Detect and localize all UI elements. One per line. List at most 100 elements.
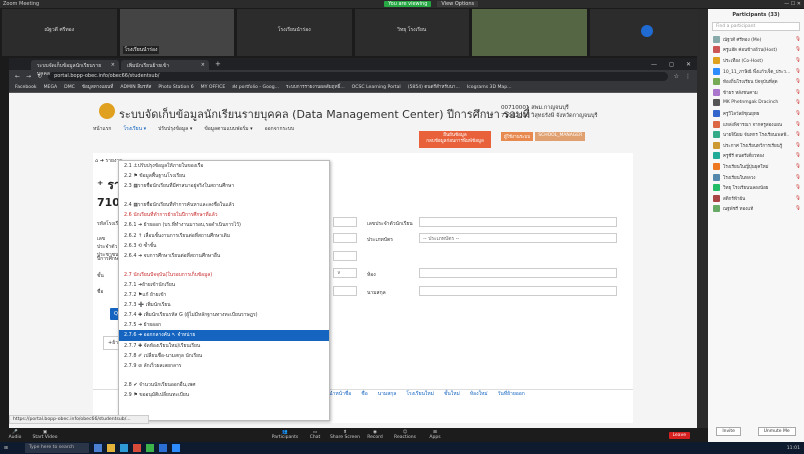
menu-item[interactable]: 2.7.2 ⚑แก้ ย้ายเข้า	[119, 290, 329, 300]
bookmark[interactable]: Facebook	[15, 85, 37, 90]
window-controls[interactable]: — ☐ ✕	[784, 1, 801, 7]
bookmark[interactable]: ส่ง portfolio - Goog...	[232, 84, 279, 91]
column-header[interactable]: นามสกุล	[378, 390, 397, 399]
bookmark[interactable]: ระบบการรายงานผลสัมฤทธิ์...	[286, 84, 345, 91]
menu-item[interactable]: 2.7.5 ➜ ย้ายออก	[119, 320, 329, 330]
close-icon[interactable]: ×	[201, 62, 205, 68]
video-button[interactable]: ▣ Start Video	[30, 430, 60, 440]
browser-tab[interactable]: ระบบจัดเก็บข้อมูลนักเรียนรายบุคคล ×	[31, 60, 119, 77]
nav-home[interactable]: หน้าแรก	[93, 125, 111, 133]
chat-button[interactable]: ▭ Chat	[300, 430, 330, 440]
confirm-data-button[interactable]: ยืนยันข้อมูล กลบข้อมูลก่อนการพิมพ์ข้อมูล	[419, 131, 491, 148]
app-icon[interactable]	[158, 444, 167, 452]
column-header[interactable]: ชั้นใหม่	[444, 390, 460, 399]
participant-search-input[interactable]: Find a participant	[712, 22, 800, 31]
text-input[interactable]	[333, 251, 357, 261]
video-thumbnail[interactable]	[472, 9, 587, 56]
reactions-button[interactable]: ☺ Reactions	[390, 430, 420, 440]
edge-icon[interactable]	[119, 444, 128, 452]
leave-button[interactable]: Leave	[668, 431, 690, 439]
bookmark[interactable]: Icograms 3D Map...	[467, 85, 512, 90]
bookmark[interactable]: OCSC Learning Portal	[352, 85, 401, 90]
video-thumbnail[interactable]: โรงเรียนนำร่อง	[237, 9, 352, 56]
menu-item[interactable]: 2.1 ⚓ปรับปรุงข้อมูลให้ภายในของเรือ	[119, 161, 329, 171]
participant-row[interactable]: ประเทือง (Co-Host) 🎙	[708, 55, 804, 66]
participant-row[interactable]: 10_11_ภาษิณี พึ่งแก้วเจ็ด_ประว... 🎙	[708, 66, 804, 77]
column-header[interactable]: ชื่อ	[361, 390, 367, 399]
participant-row[interactable]: ครูวิไลวัลย์ชุณยุทธ 🎙	[708, 108, 804, 119]
participant-row[interactable]: ท้องถิ่นโรงเรียน ปัจจุบันที่สุด 🎙	[708, 76, 804, 87]
taskview-icon[interactable]	[93, 444, 102, 452]
chrome-icon[interactable]	[132, 444, 141, 452]
nav-school[interactable]: โรงเรียน ▾	[123, 125, 146, 133]
windows-start-icon[interactable]: ⊞	[4, 446, 8, 451]
nav-logout[interactable]: ออกจากระบบ	[265, 125, 295, 133]
bookmark[interactable]: (5854) ดนตรีสำหรับนา...	[408, 84, 460, 91]
menu-item[interactable]: 2.6.2 ↑ เลื่อนชั้นงานการเรียนต่อที่สถานศ…	[119, 231, 329, 241]
window-controls[interactable]: — ◻ ✕	[651, 61, 697, 68]
bookmark[interactable]: ข้อมูลทางแผนที่	[82, 84, 113, 91]
menu-item[interactable]: 2.7.6 ➜ ออกกลางคัน ↖ จำหน่าย	[119, 330, 329, 341]
surname-input[interactable]	[419, 286, 617, 296]
participant-row[interactable]: ข้าธร หลังชนคาม 🎙	[708, 87, 804, 98]
menu-item[interactable]: 2.7.9 ⊘ ลักเร็วผลเลยกลาร	[119, 361, 329, 371]
back-icon[interactable]: ←	[15, 73, 20, 80]
menu-icon[interactable]: ⋮	[685, 73, 691, 80]
explorer-icon[interactable]	[106, 444, 115, 452]
participant-row[interactable]: โรงเรียนในญี่ปุ่นยุคใหม่ 🎙	[708, 161, 804, 172]
new-tab-icon[interactable]: +	[215, 60, 221, 68]
menu-item[interactable]: 2.2 ⚑ ข้อมูลพื้นฐานโรงเรียน	[119, 171, 329, 181]
participants-button[interactable]: 👥 Participants	[270, 430, 300, 440]
participant-row[interactable]: ครูชีรี ดนตรีเดี่ยวทอง 🎙	[708, 151, 804, 162]
menu-item[interactable]: 2.3 ▦รายชื่อนักเรียนที่มีศาสนาอยู่จริงใน…	[119, 181, 329, 191]
card-type-select[interactable]: -- ประเภทบัตร --	[419, 233, 617, 243]
column-header[interactable]: วันที่ย้ายออก	[498, 390, 525, 399]
participant-row[interactable]: ณฐพัชรี ทองแท้ 🎙	[708, 204, 804, 215]
taskbar-search[interactable]: Type here to search	[24, 443, 89, 453]
clock[interactable]: 11:01	[787, 446, 804, 451]
nav-update[interactable]: ปรับปรุงข้อมูล ▾	[158, 125, 192, 133]
video-thumbnail[interactable]: ณัฐวดี ศรีทอง	[2, 9, 117, 56]
menu-item[interactable]: 2.7.7 ✚ จัดห้องเรียนใหม่/เรียนเรียน	[119, 341, 329, 351]
zoom-icon[interactable]	[171, 444, 180, 452]
app-icon[interactable]	[145, 444, 154, 452]
close-icon[interactable]: ×	[111, 62, 115, 68]
star-icon[interactable]: ☆	[674, 73, 679, 80]
text-input[interactable]	[333, 217, 357, 227]
bookmark[interactable]: ADMIN ลืมรหัส	[120, 84, 151, 91]
participant-row[interactable]: นายจินิยม จันทกร โรงเรียนเพลฟ้.. 🎙	[708, 129, 804, 140]
video-thumbnail[interactable]: วิทยุ โรงเรียน	[354, 9, 469, 56]
audio-button[interactable]: 🎤 Audio	[0, 430, 30, 440]
bookmark[interactable]: Photo Station 6	[158, 85, 193, 90]
menu-item[interactable]: 2.9 ⚑ ขออนุมัติเปลี่ยนทะเบียน	[119, 390, 329, 400]
class-select[interactable]: ∨	[333, 268, 357, 278]
unmute-me-button[interactable]: Unmute Me	[757, 427, 796, 436]
menu-item[interactable]: 2.7.4 ✚ เพิ่มนักเรียนรหัส G (ผู้ไม่มีหลั…	[119, 310, 329, 320]
menu-item[interactable]: 2.6.4 ➜ จบการศึกษาเรียนต่อที่สถานศึกษาอื…	[119, 251, 329, 261]
video-thumbnail[interactable]: โรงเรียนนำร่อง	[119, 9, 234, 56]
forward-icon[interactable]: →	[26, 73, 31, 80]
bookmark[interactable]: MEGA	[44, 85, 58, 90]
participant-row[interactable]: สติกร์ฟ้าฝัน 🎙	[708, 193, 804, 204]
view-options-button[interactable]: View Options	[437, 1, 479, 7]
menu-item[interactable]: 2.7.8 ✐ เปลี่ยนชื่อ-นามสกุล นักเรียน	[119, 351, 329, 361]
invite-button[interactable]: Invite	[716, 427, 741, 436]
participant-row[interactable]: ณัฐวดี ศรีทอง (Me) 🎙	[708, 34, 804, 45]
menu-item[interactable]: 2.4 ▦รายชื่อนักเรียนที่ทำการค้นหาและลงชื…	[119, 200, 329, 210]
room-input[interactable]	[419, 268, 617, 278]
share-screen-button[interactable]: ⬆ Share Screen	[330, 430, 360, 440]
name-input[interactable]	[333, 286, 357, 296]
text-input[interactable]	[333, 233, 357, 243]
menu-item[interactable]: 2.8 ✔ จำนวนนักเรียนออกอื่น,เพศ	[119, 380, 329, 390]
column-header[interactable]: ห้องใหม่	[470, 390, 488, 399]
column-header[interactable]: โรงเรียนใหม่	[406, 390, 434, 399]
participant-row[interactable]: วิทยุ โรงเรียนนลองน้อย 🎙	[708, 182, 804, 193]
menu-item[interactable]: 2.6.1 ➜ ย้ายออก (บร.ที่ทำงานมารอบ,รอดำเน…	[119, 220, 329, 230]
participant-row[interactable]: ครูแอ๊ด ค่อนข้างอ้วน(Host) 🎙	[708, 45, 804, 56]
menu-item[interactable]: 2.6.3 ⟲ ซ้ำชั้น	[119, 241, 329, 251]
apps-button[interactable]: ⊞ Apps	[420, 430, 450, 440]
student-id-input[interactable]	[419, 217, 617, 227]
nav-forms[interactable]: ข้อมูลตามแบบฟอร์ม ▾	[204, 125, 252, 133]
participant-row[interactable]: โรงเรียนในหลวง 🎙	[708, 172, 804, 183]
bookmark[interactable]: DMC	[64, 85, 75, 90]
